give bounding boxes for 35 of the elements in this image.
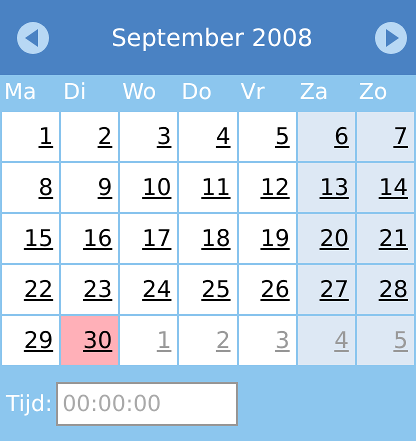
day-cell[interactable]: 14 xyxy=(356,163,414,212)
day-cell[interactable]: 27 xyxy=(298,265,355,314)
day-cell[interactable]: 22 xyxy=(2,265,60,314)
month-title: September 2008 xyxy=(111,24,313,52)
next-month-button[interactable] xyxy=(374,20,408,54)
day-cell[interactable]: 26 xyxy=(238,265,296,314)
day-cell[interactable]: 17 xyxy=(120,214,178,263)
day-cell[interactable]: 5 xyxy=(238,112,296,161)
day-cell[interactable]: 6 xyxy=(298,112,355,161)
day-cell[interactable]: 19 xyxy=(238,214,296,263)
day-cell[interactable]: 1 xyxy=(2,112,60,161)
day-cell[interactable]: 25 xyxy=(179,265,237,314)
day-cell[interactable]: 4 xyxy=(179,112,237,161)
day-cell[interactable]: 7 xyxy=(356,112,414,161)
day-cell[interactable]: 13 xyxy=(298,163,355,212)
day-cell[interactable]: 15 xyxy=(2,214,60,263)
day-cell[interactable]: 3 xyxy=(120,112,178,161)
time-field[interactable]: 00:00:00 xyxy=(56,382,238,426)
day-cell[interactable]: 11 xyxy=(179,163,237,212)
day-cell[interactable]: 28 xyxy=(356,265,414,314)
day-cell[interactable]: 20 xyxy=(298,214,355,263)
previous-month-button[interactable] xyxy=(16,20,50,54)
day-cell[interactable]: 29 xyxy=(2,316,60,365)
day-cell[interactable]: 21 xyxy=(356,214,414,263)
day-cell[interactable]: 9 xyxy=(61,163,118,212)
day-cell[interactable]: 24 xyxy=(120,265,178,314)
day-cell[interactable]: 16 xyxy=(61,214,118,263)
day-cell[interactable]: 23 xyxy=(61,265,118,314)
day-cell[interactable]: 10 xyxy=(120,163,178,212)
day-cell[interactable]: 12 xyxy=(238,163,296,212)
day-cell[interactable]: 8 xyxy=(2,163,60,212)
time-label: Tijd: xyxy=(6,392,52,416)
day-cell[interactable]: 2 xyxy=(61,112,118,161)
day-cell[interactable]: 30 xyxy=(61,316,118,365)
day-cell[interactable]: 18 xyxy=(179,214,237,263)
